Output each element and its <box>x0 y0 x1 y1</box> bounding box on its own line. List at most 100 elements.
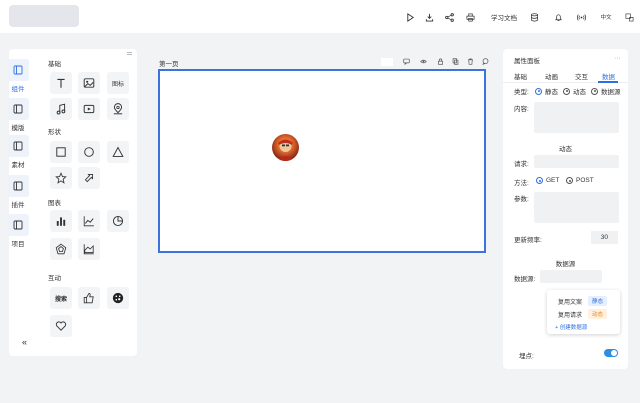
download-icon[interactable] <box>423 10 435 24</box>
tab-projects[interactable]: 项目 <box>7 214 29 248</box>
section-shape: 形状 <box>48 129 61 136</box>
datasource-label: 数据源: <box>514 276 536 283</box>
page-toolbar <box>403 58 489 67</box>
panel-title: 属性面板 <box>514 58 540 65</box>
tab-plugins[interactable]: 插件 <box>7 175 29 209</box>
area-chart-icon[interactable] <box>78 238 100 260</box>
bar-chart-icon[interactable] <box>50 210 72 232</box>
create-datasource-link[interactable]: + 创建数据源 <box>555 323 587 331</box>
collapse-panel-icon[interactable]: « <box>22 337 27 347</box>
broadcast-icon[interactable] <box>575 10 587 24</box>
qr-code-icon[interactable] <box>107 287 129 309</box>
tab-label: 模版 <box>11 125 25 132</box>
icon-label: 图标 <box>111 81 124 88</box>
arrow-icon[interactable] <box>78 167 100 189</box>
page-title: 第一页 <box>159 61 179 68</box>
params-textarea[interactable] <box>534 192 619 223</box>
comment-icon[interactable] <box>403 58 410 67</box>
search-label: 搜索 <box>54 296 67 303</box>
tab-label: 组件 <box>11 86 25 93</box>
layout-icon <box>7 135 29 157</box>
music-icon[interactable] <box>50 98 72 120</box>
docs-link[interactable]: 学习文档 <box>488 10 520 24</box>
star-icon[interactable] <box>50 167 72 189</box>
tab-interaction[interactable]: 交互 <box>575 71 588 81</box>
play-icon[interactable] <box>404 10 416 24</box>
type-label: 类型: <box>514 89 529 96</box>
image-icon[interactable] <box>78 72 100 94</box>
copy-icon[interactable] <box>452 58 459 67</box>
tab-templates[interactable]: 模版 <box>7 98 29 132</box>
dropdown-item-label: 复用请求 <box>558 312 583 319</box>
lock-icon[interactable] <box>437 58 444 67</box>
datasource-dropdown: 复用文案 静态 复用请求 动态 + 创建数据源 <box>547 290 620 334</box>
request-input[interactable] <box>534 155 619 168</box>
tab-label: 项目 <box>11 241 25 248</box>
dropdown-item-request[interactable]: 复用请求 动态 <box>558 309 608 319</box>
heart-icon[interactable] <box>50 315 72 337</box>
top-bar: 学习文档 中文 <box>0 0 640 33</box>
triangle-icon[interactable] <box>107 141 129 163</box>
database-icon[interactable] <box>528 10 540 24</box>
refresh-input[interactable]: 30 <box>591 231 618 244</box>
map-pin-icon[interactable] <box>107 98 129 120</box>
tab-data[interactable]: 数据 <box>602 71 615 81</box>
section-basic: 基础 <box>48 61 61 68</box>
pie-chart-icon[interactable] <box>107 210 129 232</box>
tab-basic[interactable]: 基础 <box>514 71 527 81</box>
radio-static-label: 静态 <box>545 89 558 96</box>
radio-datasource-label: 数据源 <box>601 89 621 96</box>
params-label: 参数: <box>514 196 529 203</box>
radio-post-label: POST <box>576 177 594 184</box>
bell-icon[interactable] <box>552 10 564 24</box>
tab-components[interactable]: 组件 <box>7 59 29 93</box>
chat-icon[interactable] <box>482 58 489 67</box>
text-icon[interactable] <box>50 72 72 94</box>
icon-component[interactable]: 图标 <box>107 72 129 94</box>
active-tab-indicator <box>598 81 618 83</box>
dropdown-item-copy[interactable]: 复用文案 静态 <box>558 296 608 306</box>
page-title-input[interactable] <box>381 58 393 66</box>
radar-chart-icon[interactable] <box>50 238 72 260</box>
square-icon[interactable] <box>50 141 72 163</box>
logo-placeholder <box>9 5 79 27</box>
content-textarea[interactable] <box>534 102 619 133</box>
radio-post[interactable]: POST <box>566 177 594 184</box>
more-icon[interactable]: ··· <box>614 55 621 62</box>
layout-icon <box>7 98 29 120</box>
badge-static: 静态 <box>588 296 608 306</box>
section-interact: 互动 <box>48 275 61 282</box>
tab-animation[interactable]: 动画 <box>545 71 558 81</box>
trash-icon[interactable] <box>467 58 474 67</box>
share-icon[interactable] <box>443 10 455 24</box>
avatar-image[interactable] <box>272 134 299 161</box>
search-component[interactable]: 搜索 <box>50 287 72 309</box>
section-chart: 图表 <box>48 200 61 207</box>
radio-get-label: GET <box>546 177 560 184</box>
radio-get[interactable]: GET <box>536 177 559 184</box>
tracking-toggle[interactable] <box>604 349 618 357</box>
radio-static[interactable]: 静态 <box>535 86 558 96</box>
radio-datasource[interactable]: 数据源 <box>591 86 621 96</box>
video-icon[interactable] <box>78 98 100 120</box>
layout-icon <box>7 175 29 197</box>
thumbs-up-icon[interactable] <box>78 287 100 309</box>
eye-icon[interactable] <box>420 58 427 67</box>
layout-icon <box>7 214 29 236</box>
language-switch[interactable]: 中文 <box>598 10 614 24</box>
print-icon[interactable] <box>464 10 476 24</box>
line-chart-icon[interactable] <box>78 210 100 232</box>
datasource-select[interactable] <box>540 270 602 283</box>
tab-materials[interactable]: 素材 <box>7 135 29 169</box>
translate-icon[interactable] <box>623 10 635 24</box>
badge-dynamic: 动态 <box>588 309 608 319</box>
page-canvas[interactable] <box>158 69 486 253</box>
layout-icon <box>7 59 29 81</box>
request-label: 请求: <box>514 161 529 168</box>
panel-grip[interactable] <box>127 52 132 55</box>
content-label: 内容: <box>514 106 529 113</box>
method-label: 方法: <box>514 180 529 187</box>
circle-icon[interactable] <box>78 141 100 163</box>
tab-label: 插件 <box>11 202 25 209</box>
radio-dynamic[interactable]: 动态 <box>563 86 586 96</box>
